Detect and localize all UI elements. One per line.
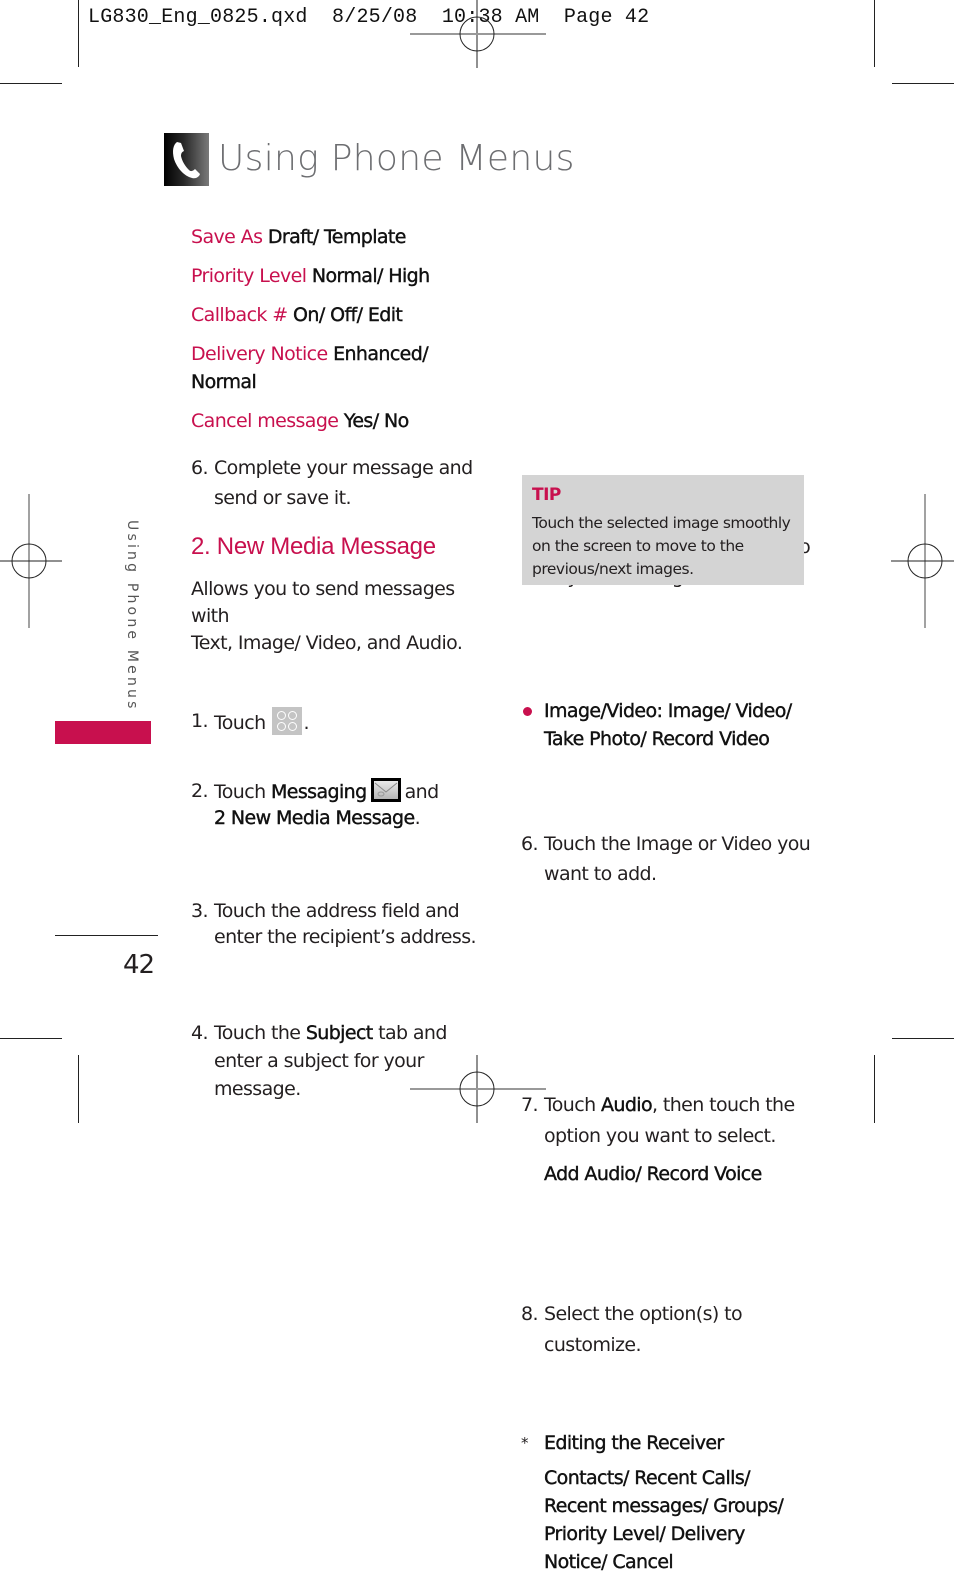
option-cancel-message: Cancel message Yes/ No	[191, 410, 409, 432]
option-priority-level: Priority Level Normal/ High	[191, 265, 430, 287]
page-number-rule	[55, 935, 158, 936]
crop-mark	[78, 0, 79, 67]
section-heading: 2. New Media Message	[191, 533, 436, 560]
printer-slug: LG830_Eng_0825.qxd 8/25/08 10:38 AM Page…	[88, 6, 650, 29]
side-tab-accent-bar	[55, 721, 151, 744]
page-title: Using Phone Menus	[218, 138, 575, 179]
side-tab-label: Using Phone Menus	[124, 520, 140, 712]
crop-mark	[874, 0, 875, 67]
crop-mark	[874, 1055, 875, 1123]
step-4-subject: 4. Touch the Subject tab and enter a sub…	[191, 1022, 447, 1100]
note-editing-receiver: * Editing the Receiver Contacts/ Recent …	[521, 1429, 844, 1576]
step-3-address: 3. Touch the address field and enter the…	[191, 900, 477, 948]
step-1-touch-apps: 1. Touch .	[191, 707, 504, 737]
option-delivery-notice: Delivery Notice Enhanced/ Normal	[191, 343, 429, 393]
step-6-touch-image: 6. Touch the Image or Video you want to …	[521, 833, 811, 885]
note-title: Editing the Receiver	[544, 1432, 725, 1454]
step-7-audio: 7. Touch Audio, then touch the option yo…	[521, 1090, 844, 1190]
apps-grid-icon	[271, 707, 302, 735]
envelope-icon	[370, 778, 401, 802]
left-column: Save As Draft/ Template Priority Level N…	[191, 223, 481, 453]
option-save-as: Save As Draft/ Template	[191, 226, 407, 248]
registration-mark-right	[891, 494, 954, 628]
registration-mark-left	[0, 494, 62, 628]
step-8-customize: 8. Select the option(s) to customize.	[521, 1303, 743, 1356]
section-intro: Allows you to send messages with Text, I…	[191, 578, 463, 654]
bullet-icon	[523, 707, 532, 716]
tip-title: TIP	[532, 485, 561, 505]
step-2-touch-messaging: 2. Touch Messaging and 2 New Media Messa…	[191, 778, 439, 829]
step-6-complete: 6. Complete your message and send or sav…	[191, 457, 473, 509]
crop-mark	[0, 83, 62, 84]
crop-mark	[892, 83, 954, 84]
audio-options: Add Audio/ Record Voice	[544, 1163, 763, 1185]
registration-mark-top	[410, 0, 546, 68]
phone-handset-icon	[164, 133, 209, 186]
option-callback: Callback # On/ Off/ Edit	[191, 304, 403, 326]
page-number: 42	[123, 950, 155, 980]
tip-body: Touch the selected image smoothly on the…	[532, 514, 791, 578]
bullet-image-video: Image/Video: Image/ Video/ Take Photo/ R…	[521, 697, 844, 753]
crop-mark	[892, 1038, 954, 1039]
crop-mark	[0, 1038, 62, 1039]
crop-mark	[78, 1055, 79, 1123]
tip-box: TIP Touch the selected image smoothly on…	[522, 475, 804, 585]
